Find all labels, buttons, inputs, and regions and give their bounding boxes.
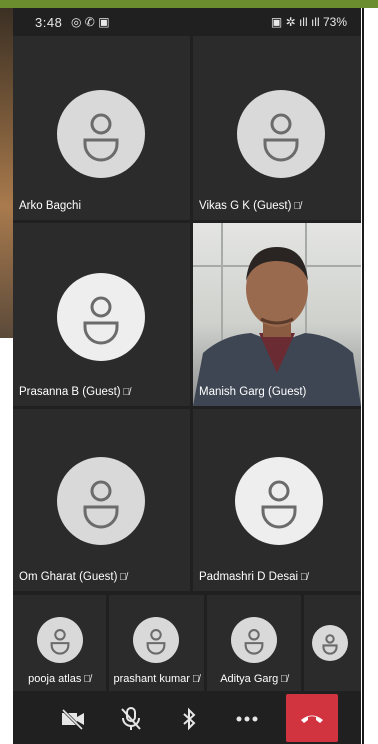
mic-off-icon: 🎙̸ <box>83 674 91 685</box>
avatar-icon <box>312 625 348 661</box>
hangup-button[interactable] <box>286 694 338 742</box>
hangup-icon <box>301 715 323 723</box>
participant-name: Om Gharat (Guest) 🎙̸ <box>19 571 127 583</box>
person-video-figure <box>193 247 361 406</box>
participant-name: Manish Garg (Guest) <box>199 386 307 398</box>
phone-screen: 3:48 ◎ ✆ ▣ ▣ ✲ ıll ıll 73% Arko Bagchi V… <box>13 8 361 744</box>
avatar-icon <box>57 457 145 545</box>
participant-name: Padmashri D Desai 🎙̸ <box>199 571 308 583</box>
avatar-icon <box>237 90 325 178</box>
mic-off-icon[interactable] <box>111 702 151 736</box>
status-left-icons: ◎ ✆ ▣ <box>71 15 110 29</box>
mic-off-icon: 🎙̸ <box>293 201 301 212</box>
mic-off-icon: 🎙̸ <box>191 674 200 685</box>
status-time: 3:48 <box>35 15 63 30</box>
background-top-band <box>0 0 378 8</box>
camera-off-icon[interactable] <box>53 702 93 736</box>
battery-level: 73% <box>322 15 347 29</box>
participant-tile[interactable]: Vikas G K (Guest) 🎙̸ <box>193 36 361 220</box>
participant-name: Prasanna B (Guest) 🎙̸ <box>19 386 131 398</box>
participant-tile[interactable]: Padmashri D Desai 🎙̸ <box>193 409 361 591</box>
mic-off-icon: 🎙̸ <box>300 572 308 583</box>
participant-tile[interactable]: Arko Bagchi <box>13 36 190 220</box>
participant-video-tile[interactable]: Manish Garg (Guest) <box>193 223 361 406</box>
status-signal-icons: ▣ ✲ ıll ıll <box>270 15 320 29</box>
avatar-icon <box>57 273 145 361</box>
status-bar: 3:48 ◎ ✆ ▣ ▣ ✲ ıll ıll 73% <box>13 8 361 36</box>
participant-tile[interactable]: Aditya Garg 🎙̸ <box>207 595 301 691</box>
avatar-icon <box>133 617 179 663</box>
mic-off-icon: 🎙̸ <box>122 387 131 398</box>
avatar-icon <box>231 617 277 663</box>
mic-off-icon: 🎙̸ <box>280 674 288 685</box>
more-icon[interactable] <box>227 702 267 736</box>
avatar-icon <box>37 617 83 663</box>
mic-off-icon: 🎙̸ <box>119 572 127 583</box>
participant-tile[interactable] <box>304 595 361 691</box>
participant-tile[interactable]: Om Gharat (Guest) 🎙̸ <box>13 409 190 591</box>
background-right-edge <box>362 8 378 744</box>
participant-name: Vikas G K (Guest) 🎙̸ <box>199 200 301 212</box>
call-controls <box>13 694 361 744</box>
participant-name: pooja atlas 🎙̸ <box>28 673 91 685</box>
participant-name: prashant kumar 🎙̸ <box>113 673 200 685</box>
participant-tile[interactable]: prashant kumar 🎙̸ <box>109 595 204 691</box>
avatar-icon <box>57 90 145 178</box>
bluetooth-icon[interactable] <box>169 702 209 736</box>
avatar-icon <box>235 457 323 545</box>
participant-tile[interactable]: Prasanna B (Guest) 🎙̸ <box>13 223 190 406</box>
participant-name: Aditya Garg 🎙̸ <box>220 673 288 685</box>
status-right: ▣ ✲ ıll ıll 73% <box>271 15 347 29</box>
participant-tile[interactable]: pooja atlas 🎙̸ <box>13 595 106 691</box>
participant-name: Arko Bagchi <box>19 200 82 212</box>
